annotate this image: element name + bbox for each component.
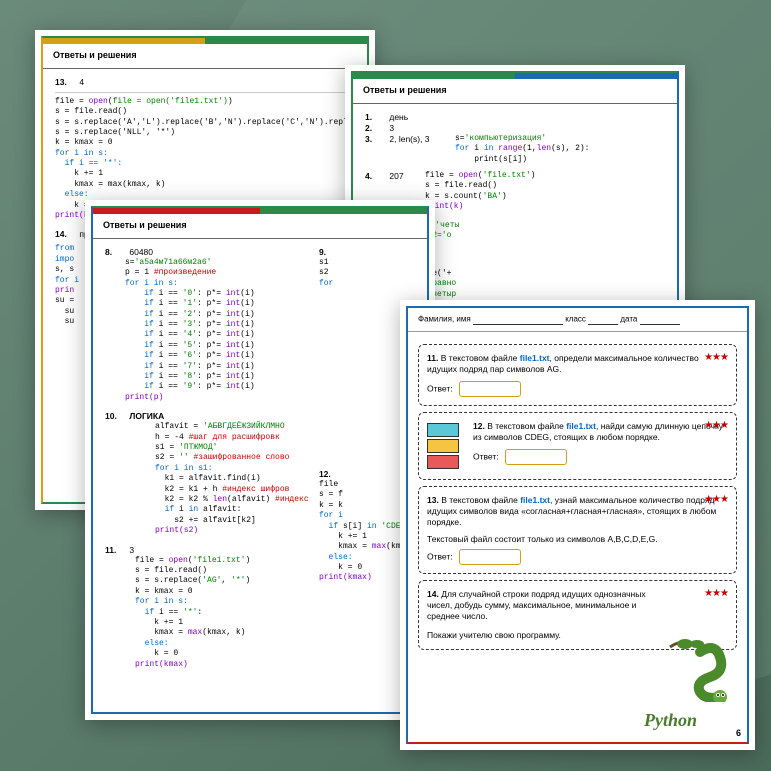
answer-label: Ответ: (427, 383, 453, 393)
difficulty-stars: ★★★ (704, 493, 728, 506)
page1-header: Ответы и решения (43, 44, 367, 69)
code-line: s = file.read() (425, 181, 535, 191)
q13-ans: 4 (79, 77, 84, 87)
code-line: print(k) (425, 202, 535, 212)
file-link[interactable]: file1.txt (520, 495, 550, 505)
code-line: s = s.replace('A','L').replace('B','N').… (55, 118, 355, 128)
python-logo: Python (644, 709, 697, 732)
q4-ans: 207 (389, 171, 403, 181)
answers-page-2: Ответы и решения 8. 60480 s='а5а4м71а66м… (85, 200, 435, 720)
q4-num: 4. (365, 171, 387, 182)
t14-num: 14. (427, 589, 439, 599)
difficulty-stars: ★★★ (704, 587, 728, 600)
t13-note: Текстовый файл состоит только из символо… (427, 534, 728, 545)
t11-text: В текстовом файле (441, 353, 520, 363)
q14-num: 14. (55, 229, 77, 240)
file-link[interactable]: file1.txt (566, 421, 596, 431)
answer-label: Ответ: (473, 451, 499, 461)
t12-num: 12. (473, 421, 485, 431)
q10-num: 10. (105, 411, 127, 422)
answer-input[interactable] (459, 549, 521, 565)
page3-header: Ответы и решения (353, 79, 677, 104)
t12-text: В текстовом файле (487, 421, 566, 431)
task-13: ★★★ 13. В текстовом файле file1.txt, узн… (418, 486, 737, 574)
t13-num: 13. (427, 495, 439, 505)
q8-num: 8. (105, 247, 127, 258)
date-label: дата (620, 315, 637, 324)
worksheet-page: Фамилия, имя класс дата ★★★ 11. В тексто… (400, 300, 755, 750)
q10-ans: ЛОГИКА (129, 411, 164, 421)
answer-input[interactable] (505, 449, 567, 465)
code-line: file = open(file = open('file1.txt')) (55, 97, 355, 107)
q3-print: print(s[i]) (455, 155, 589, 165)
q3-num: 3. (365, 134, 387, 145)
answer-label: Ответ: (427, 552, 453, 562)
t14-text: Для случайной строки подряд идущих одноз… (427, 589, 646, 621)
answer-input[interactable] (459, 381, 521, 397)
code-line: s = file.read() (55, 107, 355, 117)
page2-header: Ответы и решения (93, 214, 427, 239)
q1-ans: день (389, 112, 408, 122)
code-line: s = s.replace('NLL', '*') (55, 128, 355, 138)
difficulty-stars: ★★★ (704, 419, 728, 432)
code-line: for i in s: (55, 149, 355, 159)
file-link[interactable]: file1.txt (520, 353, 550, 363)
t13-text: В текстовом файле (441, 495, 520, 505)
t11-num: 11. (427, 353, 438, 363)
q12-num: 12. (319, 469, 341, 480)
diagram-icon (427, 421, 459, 471)
q13-num: 13. (55, 77, 77, 88)
code-line: k = kmax = 0 (55, 138, 355, 148)
form-header: Фамилия, имя класс дата (408, 308, 747, 332)
q9-num: 9. (319, 247, 341, 258)
q11-ans: 3 (129, 545, 134, 555)
task-11: ★★★ 11. В текстовом файле file1.txt, опр… (418, 344, 737, 406)
code-line: k += 1 (55, 169, 355, 179)
q2-ans: 3 (389, 123, 394, 133)
name-label: Фамилия, имя (418, 315, 471, 324)
t14-note: Покажи учителю свою программу. (427, 630, 656, 641)
class-label: класс (565, 315, 586, 324)
q11-num: 11. (105, 545, 127, 556)
task-12: ★★★ 12. В текстовом файле file1.txt, най… (418, 412, 737, 480)
snake-icon (665, 632, 735, 702)
code-line: if i == '*': (55, 159, 355, 169)
q3-ans: 2, len(s), 3 (389, 134, 429, 144)
q1-num: 1. (365, 112, 387, 123)
q8-ans: 60480 (129, 247, 153, 257)
page-number: 6 (736, 728, 741, 740)
q2-num: 2. (365, 123, 387, 134)
code-line: kmax = max(kmax, k) (55, 180, 355, 190)
difficulty-stars: ★★★ (704, 351, 728, 364)
